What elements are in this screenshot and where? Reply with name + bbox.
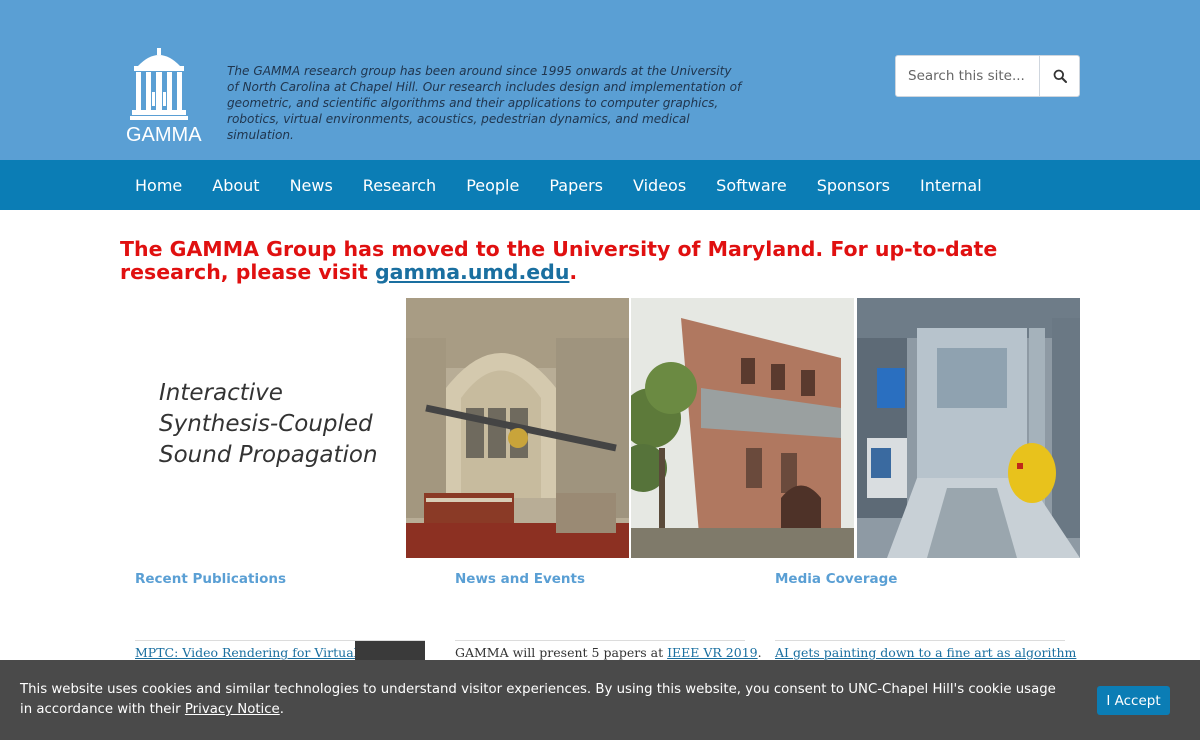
hero-title-line: Interactive: [159, 380, 283, 406]
media-coverage-heading: Media Coverage: [775, 571, 898, 587]
recent-publications-heading: Recent Publications: [135, 571, 287, 587]
accept-cookies-button[interactable]: I Accept: [1097, 686, 1170, 715]
hero-title[interactable]: Interactive Synthesis-Coupled Sound Prop…: [159, 378, 399, 471]
notice-period: .: [569, 260, 578, 284]
cookie-message: This website uses cookies and similar te…: [20, 680, 1070, 720]
hero-title-line: Sound Propagation: [159, 442, 378, 468]
nav-sponsors[interactable]: Sponsors: [802, 160, 905, 210]
site-header: GAMMA The GAMMA research group has been …: [0, 0, 1200, 160]
publication-link[interactable]: MPTC: Video Rendering for Virtual: [135, 645, 358, 660]
publication-item: MPTC: Video Rendering for Virtual: [135, 645, 358, 660]
nav-research[interactable]: Research: [348, 160, 451, 210]
spaceship-scene-image[interactable]: [857, 298, 1080, 558]
moved-notice: The GAMMA Group has moved to the Univers…: [120, 238, 1080, 284]
media-item: AI gets painting down to a fine art as a…: [775, 645, 1076, 660]
ieee-vr-link[interactable]: IEEE VR 2019: [667, 645, 758, 660]
cookie-text: This website uses cookies and similar te…: [20, 682, 1056, 717]
ruins-scene-image[interactable]: [631, 298, 854, 558]
umd-link[interactable]: gamma.umd.edu: [375, 260, 569, 284]
cathedral-scene-image[interactable]: [406, 298, 629, 558]
old-well-icon: [130, 48, 188, 120]
search-box: [895, 55, 1080, 97]
nav-about[interactable]: About: [197, 160, 274, 210]
gamma-logo[interactable]: GAMMA: [126, 46, 202, 150]
logo-text: GAMMA: [126, 124, 202, 146]
nav-papers[interactable]: Papers: [534, 160, 618, 210]
nav-software[interactable]: Software: [701, 160, 802, 210]
main-nav: Home About News Research People Papers V…: [0, 160, 1200, 210]
divider: [775, 640, 1065, 641]
media-link[interactable]: AI gets painting down to a fine art as a…: [775, 645, 1076, 660]
nav-people[interactable]: People: [451, 160, 534, 210]
nav-home[interactable]: Home: [120, 160, 197, 210]
privacy-notice-link[interactable]: Privacy Notice: [185, 702, 280, 717]
divider: [455, 640, 745, 641]
news-events-heading: News and Events: [455, 571, 586, 587]
search-icon: [1053, 69, 1067, 83]
search-input[interactable]: [896, 56, 1041, 96]
search-button[interactable]: [1039, 56, 1079, 96]
nav-internal[interactable]: Internal: [905, 160, 997, 210]
cookie-period: .: [279, 702, 284, 717]
news-item: GAMMA will present 5 papers at IEEE VR 2…: [455, 645, 762, 660]
news-period: .: [757, 645, 762, 660]
nav-videos[interactable]: Videos: [618, 160, 701, 210]
site-tagline: The GAMMA research group has been around…: [227, 64, 742, 142]
nav-news[interactable]: News: [275, 160, 348, 210]
news-text: GAMMA will present 5 papers at: [455, 645, 668, 660]
hero-title-line: Synthesis-Coupled: [159, 411, 373, 437]
cookie-banner: This website uses cookies and similar te…: [0, 660, 1200, 740]
